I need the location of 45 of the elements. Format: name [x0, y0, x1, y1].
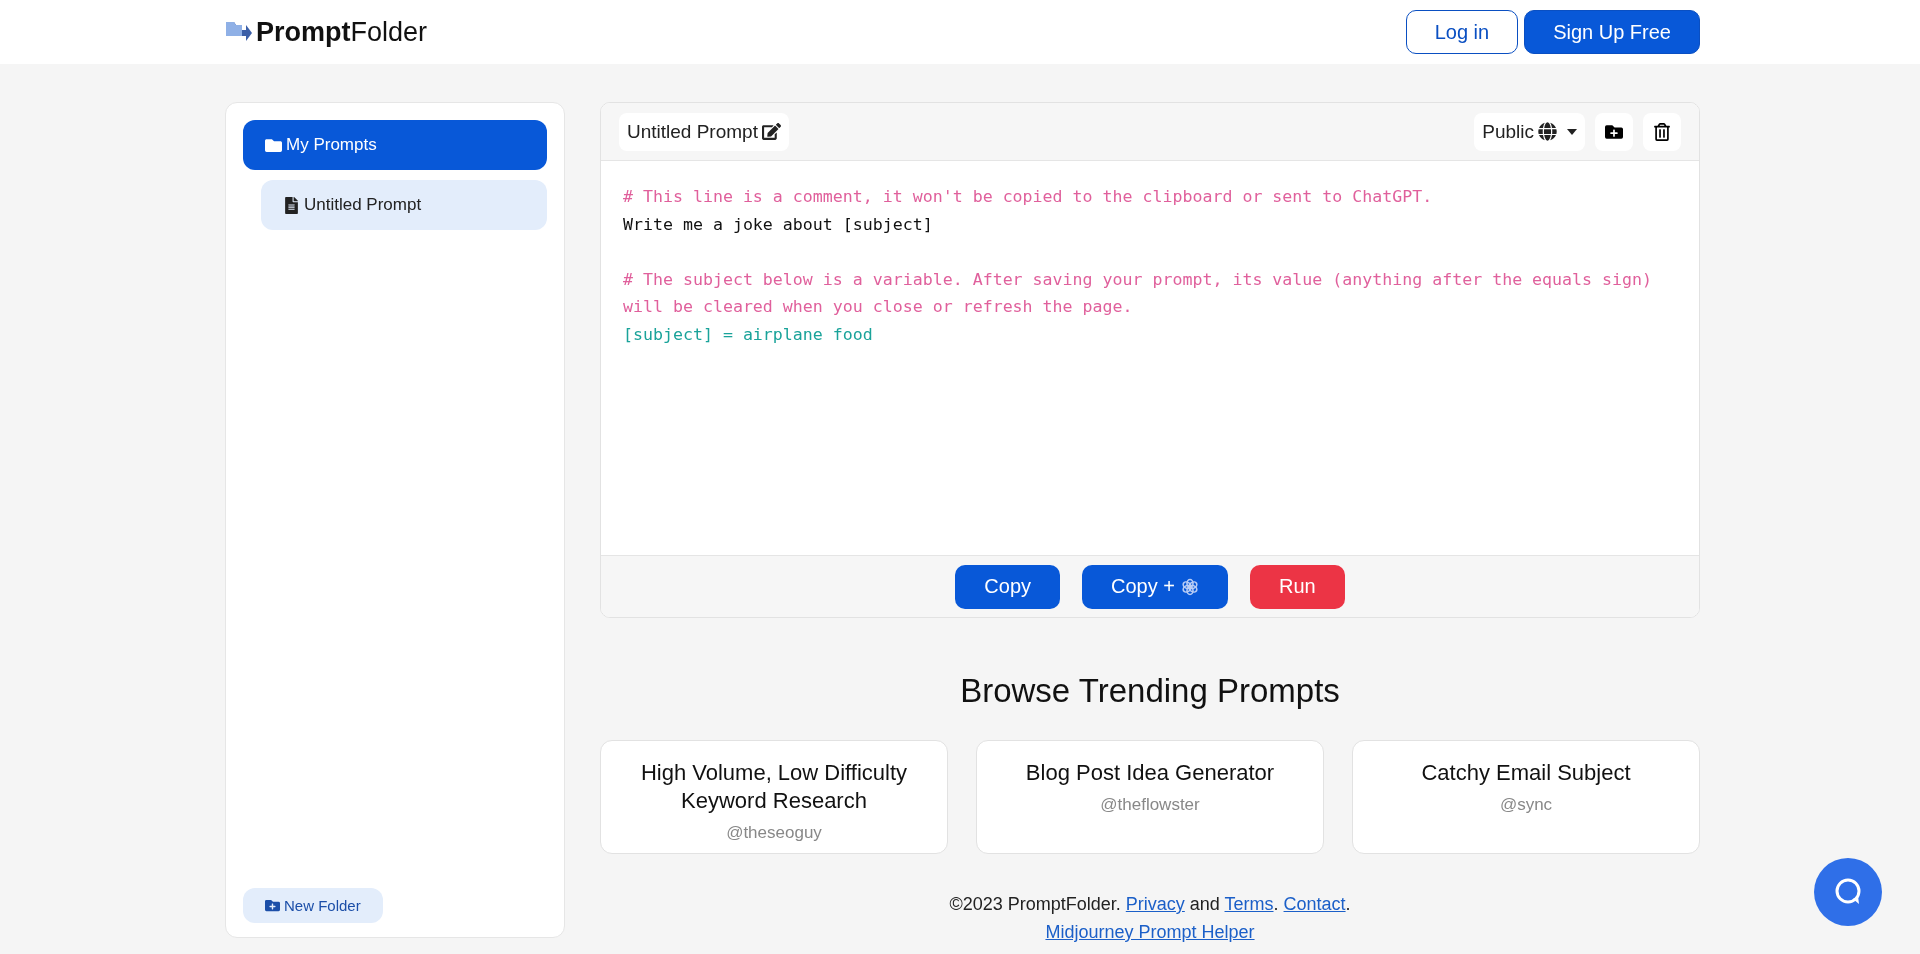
openai-icon	[1180, 577, 1199, 596]
visibility-dropdown[interactable]: Public	[1474, 112, 1585, 151]
comment-line: will be cleared when you close or refresh the page.	[623, 296, 1134, 318]
new-folder-button[interactable]: New Folder	[243, 888, 383, 923]
card-title: Blog Post Idea Generator	[1024, 759, 1276, 787]
sidebar-item[interactable]: Untitled Prompt	[261, 180, 547, 230]
card-title: High Volume, Low Difficulty Keyword Research	[639, 759, 909, 815]
caret-icon	[1567, 128, 1577, 135]
footer-link[interactable]: Privacy	[1125, 894, 1185, 914]
card-title: Catchy Email Subject	[1420, 759, 1632, 787]
card-author: @theflowster	[1099, 795, 1201, 815]
prompt-title[interactable]: Untitled Prompt	[619, 112, 789, 151]
footer-text: .	[1345, 894, 1351, 914]
footer-link[interactable]: Midjourney Prompt Helper	[1045, 922, 1255, 942]
copy-button[interactable]: Copy	[955, 564, 1061, 609]
code-line: Write me a joke about [subject]	[623, 213, 934, 236]
delete-button[interactable]	[1643, 112, 1681, 151]
edit-icon	[761, 122, 781, 141]
add-to-folder-button[interactable]	[1595, 112, 1633, 151]
sign-up-button[interactable]: Sign Up Free	[1524, 10, 1700, 54]
folder-plus-icon	[265, 898, 280, 913]
prompt-card[interactable]: Catchy Email Subject @sync	[1352, 740, 1700, 854]
chat-icon	[1833, 877, 1863, 907]
footer-text: and	[1188, 894, 1221, 914]
footer-link[interactable]: Contact	[1283, 894, 1346, 914]
trash-icon	[1653, 122, 1671, 141]
footer-link[interactable]: Terms	[1224, 894, 1274, 914]
copy-button[interactable]: Copy +	[1082, 564, 1228, 609]
card-author: @theseoguy	[725, 823, 823, 843]
globe-icon	[1538, 122, 1557, 141]
section-heading: Browse Trending Prompts	[959, 672, 1341, 710]
copyright-text: ©2023 PromptFolder.	[949, 894, 1121, 914]
comment-line: # The subject below is a variable. After saving your prompt, its value (anything after the equals sign)	[623, 268, 1653, 291]
comment-line: # This line is a comment, it won't be copied to the clipboard or sent to ChatGPT.	[623, 186, 1434, 208]
folder-icon	[265, 136, 282, 154]
footer-text: .	[1273, 894, 1280, 914]
sidebar-item[interactable]: My Prompts	[243, 120, 547, 170]
variable-line: [subject] = airplane food	[623, 323, 874, 346]
folder-plus-icon	[1605, 122, 1623, 141]
run-button[interactable]: Run	[1249, 564, 1345, 609]
document-icon	[283, 196, 300, 214]
prompt-card[interactable]: Blog Post Idea Generator @theflowster	[976, 740, 1324, 854]
prompt-card[interactable]: High Volume, Low Difficulty Keyword Research @theseoguy	[600, 740, 948, 854]
log-in-button[interactable]: Log in	[1405, 10, 1519, 54]
card-author: @sync	[1498, 795, 1554, 815]
